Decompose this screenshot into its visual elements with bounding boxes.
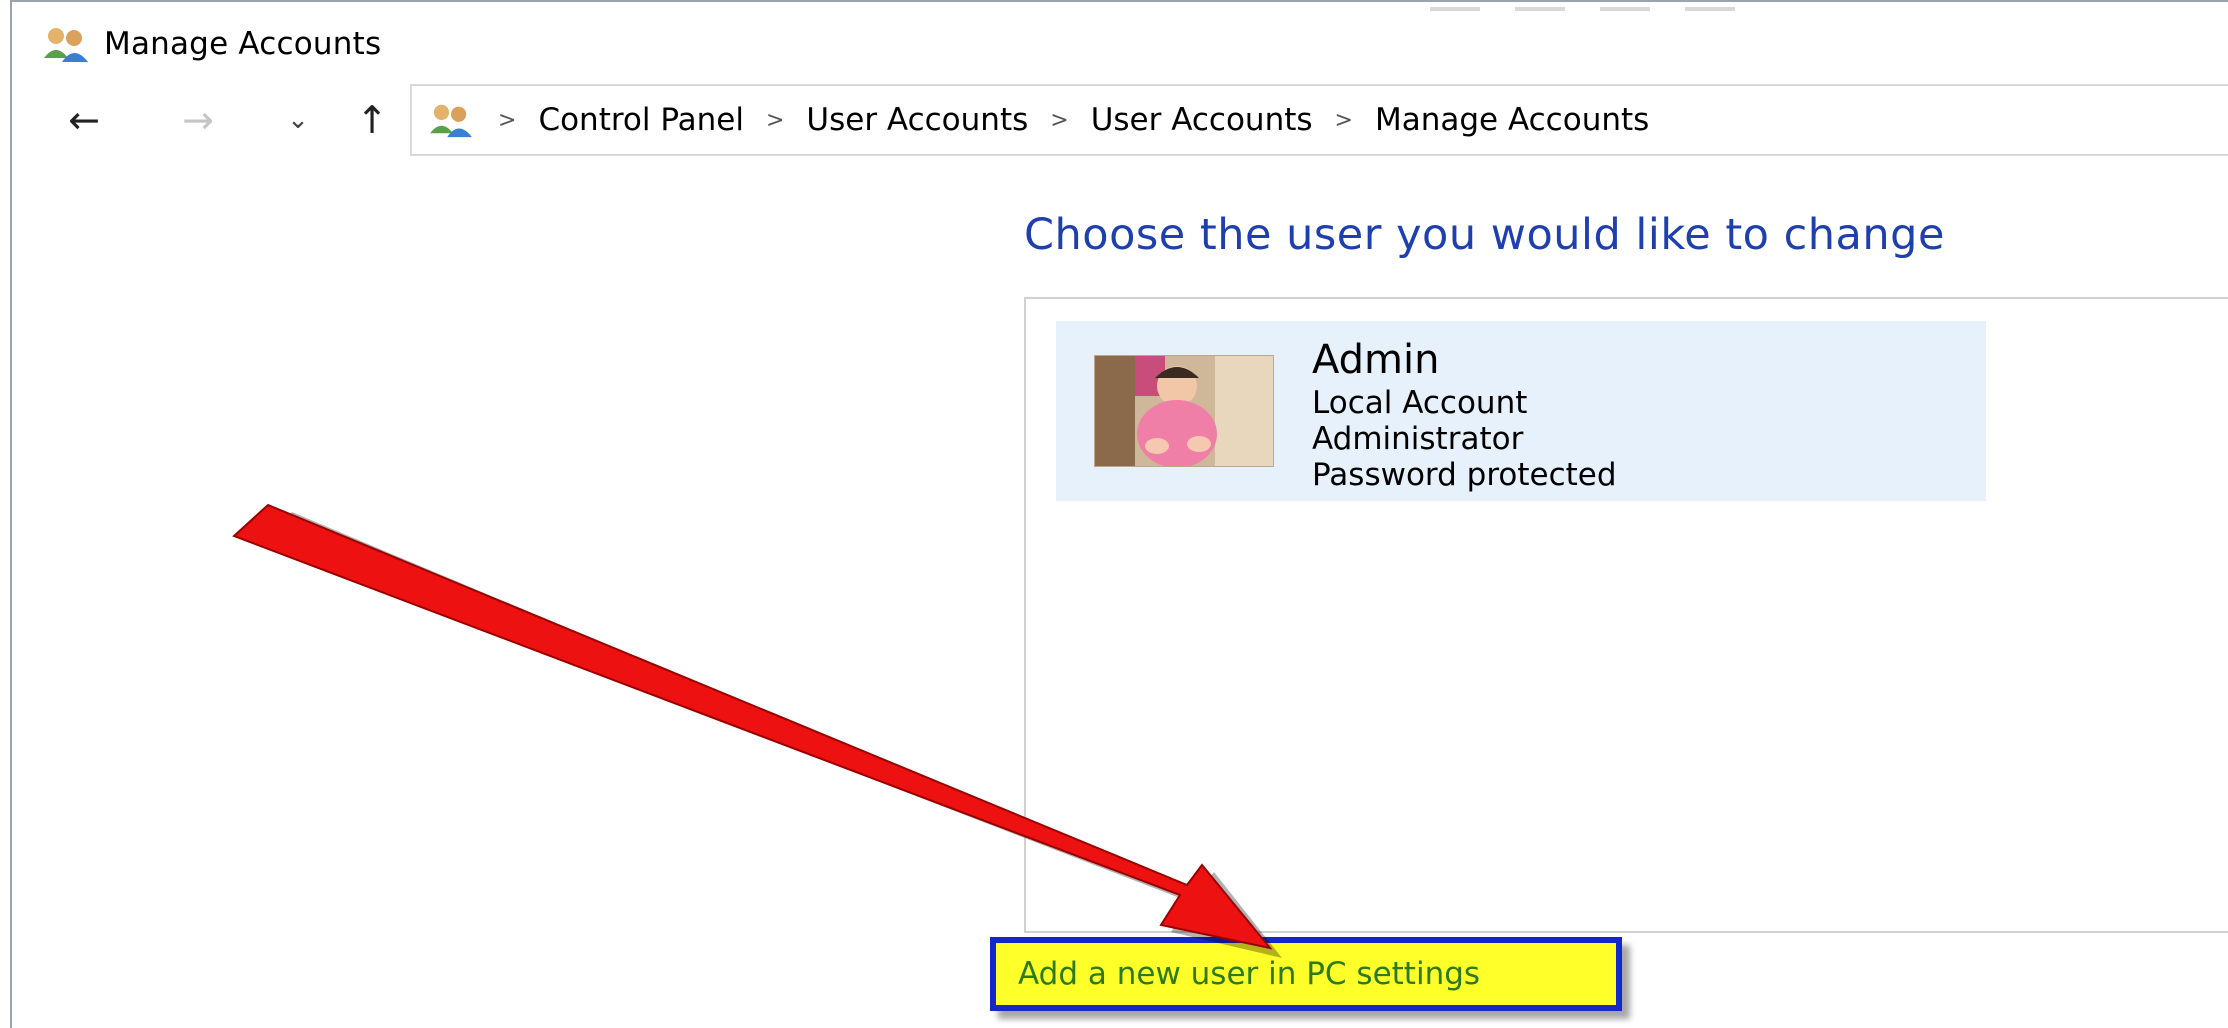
breadcrumb-separator: >	[498, 107, 517, 133]
chevron-down-icon: ⌄	[287, 105, 309, 135]
address-bar[interactable]: > Control Panel > User Accounts > User A…	[410, 84, 2228, 156]
breadcrumb-separator: >	[1334, 107, 1353, 133]
up-button[interactable]: ↑	[344, 92, 400, 148]
account-status: Password protected	[1312, 457, 1617, 493]
breadcrumb-separator: >	[1050, 107, 1069, 133]
account-name: Admin	[1312, 337, 1440, 383]
page-heading: Choose the user you would like to change	[1024, 210, 1945, 260]
forward-arrow-icon: →	[182, 98, 214, 142]
breadcrumb-separator: >	[765, 107, 785, 133]
back-arrow-icon: ←	[68, 98, 100, 142]
account-role: Administrator	[1312, 421, 1524, 457]
navigation-bar: ← → ⌄ ↑ > Control Panel > User Accounts …	[12, 84, 2228, 160]
user-accounts-icon	[430, 104, 472, 138]
breadcrumb-user-accounts-sub[interactable]: User Accounts	[1091, 102, 1313, 138]
title-bar: Manage Accounts	[12, 14, 2228, 74]
account-type: Local Account	[1312, 385, 1528, 421]
accounts-list-panel: Admin Local Account Administrator Passwo…	[1024, 297, 2228, 933]
add-new-user-link[interactable]: Add a new user in PC settings	[990, 937, 1622, 1011]
forward-button[interactable]: →	[170, 92, 226, 148]
up-arrow-icon: ↑	[356, 98, 388, 142]
recent-locations-button[interactable]: ⌄	[270, 92, 326, 148]
back-button[interactable]: ←	[56, 92, 112, 148]
account-tile-admin[interactable]: Admin Local Account Administrator Passwo…	[1056, 321, 1986, 501]
user-avatar	[1094, 355, 1274, 467]
window-title: Manage Accounts	[104, 26, 382, 62]
breadcrumb-manage-accounts[interactable]: Manage Accounts	[1375, 102, 1649, 138]
breadcrumb-control-panel[interactable]: Control Panel	[538, 102, 744, 138]
user-accounts-icon	[44, 28, 88, 62]
breadcrumb-user-accounts[interactable]: User Accounts	[806, 102, 1028, 138]
